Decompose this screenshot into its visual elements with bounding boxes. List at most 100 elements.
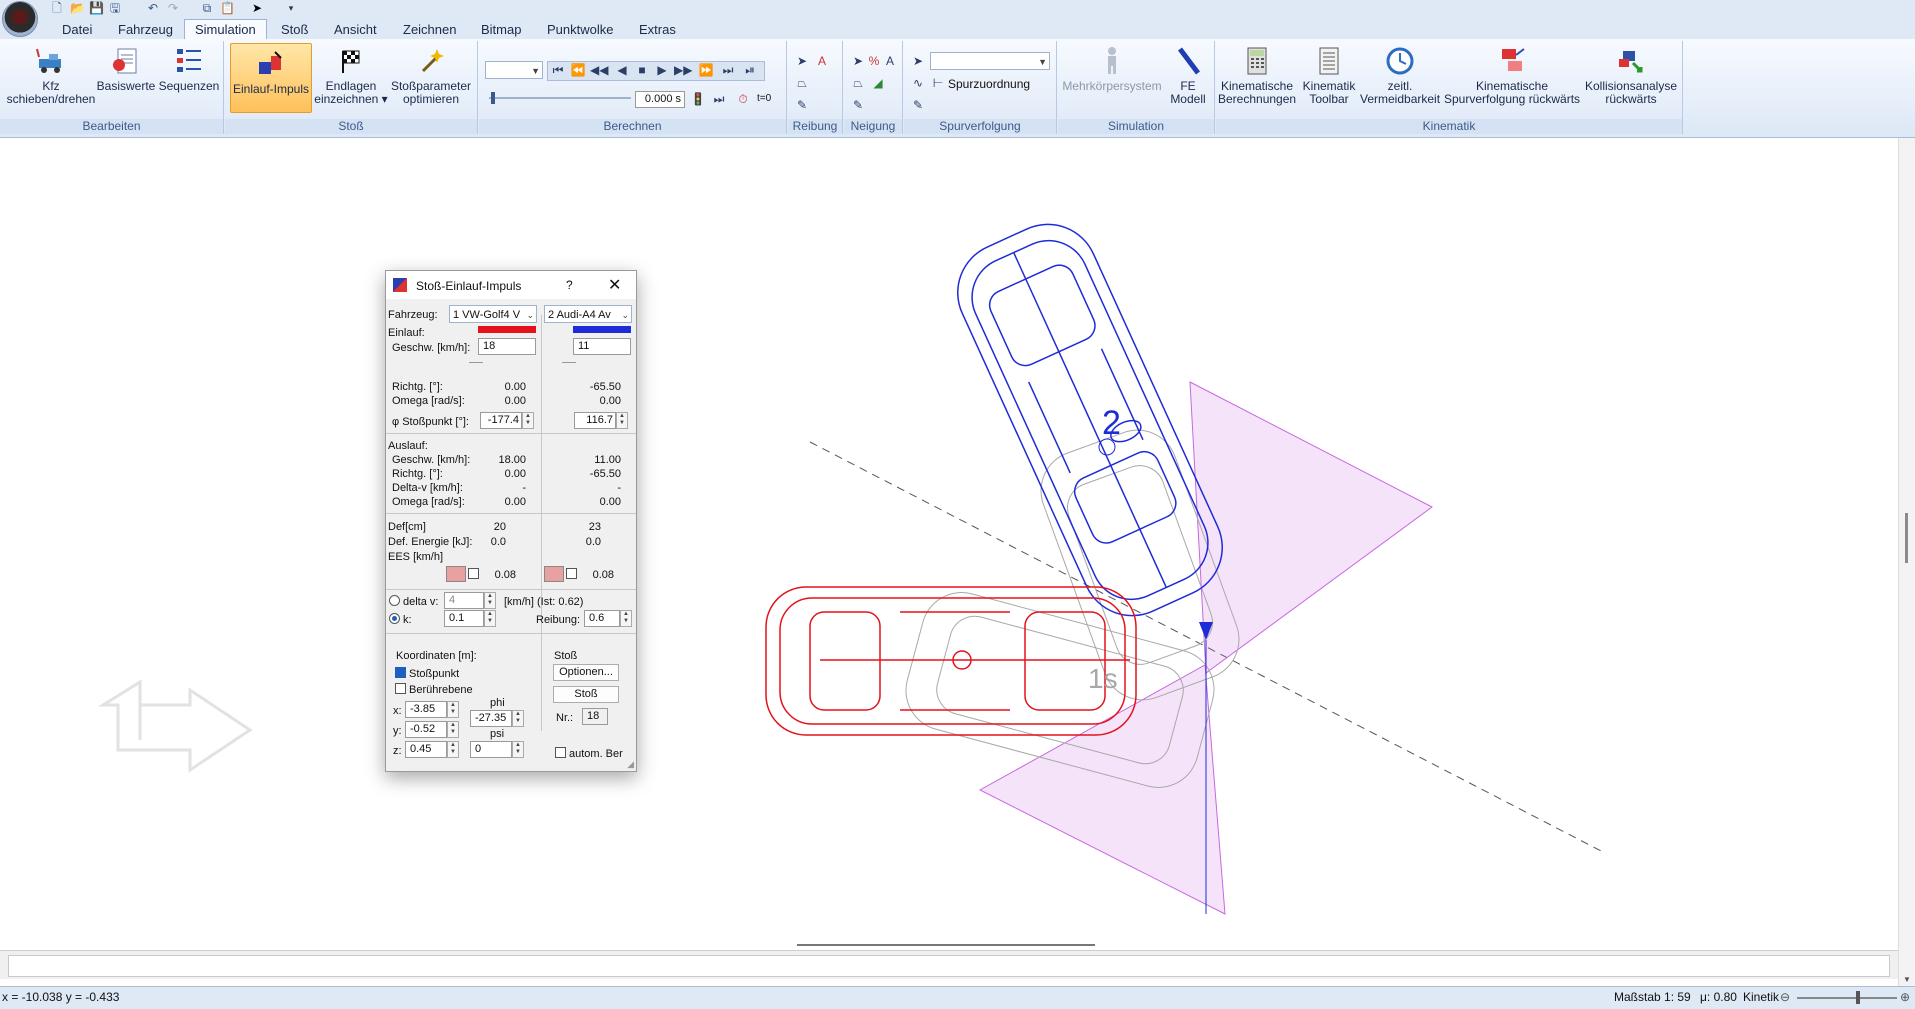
redo-icon[interactable]: ↷ [166, 1, 180, 15]
phi2-spinner[interactable]: ▲ ▼ [616, 412, 628, 429]
reibung-pointer-icon[interactable]: ➤ [794, 53, 810, 69]
stop-icon[interactable]: ■ [634, 62, 650, 78]
zoom-slider-thumb[interactable] [1856, 991, 1860, 1004]
phi1-input[interactable]: -177.4 [480, 412, 522, 429]
stosspunkt-checkbox[interactable] [395, 667, 406, 678]
reset-time-icon[interactable]: ⏱ [735, 91, 751, 107]
optionen-button[interactable]: Optionen... [553, 664, 619, 681]
fast-forward-icon[interactable]: ▶▶ [674, 62, 692, 78]
drawing-canvas[interactable]: 2 1s [0, 138, 1898, 938]
spurzuordnung-icon[interactable]: ⊢ [930, 75, 946, 91]
k-input[interactable]: 0.1 [444, 610, 484, 627]
application-menu-button[interactable] [2, 1, 38, 37]
kollisionsanalyse-button[interactable]: Kollisionsanalyse rückwärts [1584, 45, 1678, 106]
open-icon[interactable]: 📂 [70, 1, 85, 15]
vertical-scrollbar[interactable]: ▼ [1898, 138, 1915, 986]
sequenzen-button[interactable]: Sequenzen [158, 45, 220, 93]
zoom-in-icon[interactable]: ⊕ [1900, 987, 1910, 1008]
ees2-car-icon[interactable] [544, 566, 564, 582]
pointer-icon[interactable]: ➤ [250, 1, 264, 15]
step-forward-icon[interactable]: ▶ [654, 62, 670, 78]
deltav-radio[interactable] [389, 595, 400, 606]
zoom-out-icon[interactable]: ⊖ [1780, 987, 1790, 1008]
spur-edit-icon[interactable]: ✎ [910, 97, 926, 113]
qat-dropdown-icon[interactable]: ▾ [284, 1, 298, 15]
vehicle1-select[interactable]: 1 VW-Golf4 V ⌄ [449, 305, 537, 323]
z-spinner[interactable]: ▲ ▼ [447, 741, 459, 758]
save-as-icon[interactable]: 🖫 [108, 1, 122, 15]
slider2-track[interactable] [562, 362, 576, 363]
geschw1-input[interactable]: 18 [478, 338, 536, 355]
neigung-pointer-icon[interactable]: ➤ [850, 53, 866, 69]
tab-zeichnen[interactable]: Zeichnen [393, 20, 466, 39]
mehrkoerpersystem-button[interactable]: Mehrkörpersystem [1060, 45, 1164, 93]
tab-stoss[interactable]: Stoß [271, 20, 318, 39]
neigung-slope-icon[interactable]: ◢ [870, 75, 886, 91]
reibung-area-icon[interactable]: ⏢ [794, 75, 810, 91]
ees1-car-icon[interactable] [446, 566, 466, 582]
help-button[interactable]: ? [566, 278, 573, 292]
neigung-area-icon[interactable]: ⏢ [850, 75, 866, 91]
horizontal-scrollbar-thumb[interactable] [797, 944, 1095, 946]
first-frame-icon[interactable]: ⏮ [550, 62, 566, 78]
save-icon[interactable]: 💾 [89, 1, 104, 15]
command-input[interactable] [8, 955, 1890, 977]
zoom-slider[interactable] [1797, 997, 1897, 999]
autom-ber-checkbox[interactable] [555, 747, 566, 758]
tab-bitmap[interactable]: Bitmap [471, 20, 531, 39]
psi-input[interactable]: 0 [470, 741, 512, 758]
time-value-field[interactable]: 0.000 s [635, 91, 685, 108]
skip-forward-icon[interactable]: ⏩ [698, 62, 714, 78]
reibung-edit-icon[interactable]: ✎ [794, 97, 810, 113]
kfz-schieben-button[interactable]: Kfz schieben/drehen [2, 45, 100, 106]
t0-button[interactable]: t=0 [757, 93, 771, 104]
phi2-input[interactable]: 116.7 [574, 412, 616, 429]
spur-curve-icon[interactable]: ∿ [910, 75, 926, 91]
fe-modell-button[interactable]: FE Modell [1166, 45, 1210, 106]
beruehrebene-checkbox[interactable] [395, 683, 406, 694]
phi-coord-input[interactable]: -27.35 [470, 710, 512, 727]
resize-grip-icon[interactable]: ◢ [627, 759, 634, 770]
psi-spinner[interactable]: ▲ ▼ [512, 741, 524, 758]
end-marker-icon[interactable]: ⏯ [742, 62, 758, 78]
phi1-spinner[interactable]: ▲ ▼ [522, 412, 534, 429]
deltav-spinner[interactable]: ▲ ▼ [484, 592, 496, 609]
neigung-percent-icon[interactable]: % [866, 53, 882, 69]
traffic-light-icon[interactable]: 🚦 [690, 91, 706, 107]
reibung-text-icon[interactable]: A [814, 53, 830, 69]
stoss-button[interactable]: Stoß [553, 686, 619, 703]
last-frame-icon[interactable]: ⏭ [720, 62, 736, 78]
reibung-input[interactable]: 0.6 [584, 610, 620, 627]
spur-dropdown[interactable]: ▼ [930, 52, 1050, 70]
tab-punktwolke[interactable]: Punktwolke [537, 20, 623, 39]
einlauf-impuls-button[interactable]: Einlauf-Impuls [230, 43, 312, 113]
ees2-checkbox[interactable] [566, 568, 577, 579]
spur-pointer-icon[interactable]: ➤ [910, 53, 926, 69]
deltav-input[interactable]: 4 [444, 592, 484, 609]
paste-icon[interactable]: 📋 [220, 1, 235, 15]
slider1-track[interactable] [469, 362, 483, 363]
step-back-icon[interactable]: ◀ [614, 62, 630, 78]
reibung-spinner[interactable]: ▲ ▼ [620, 610, 632, 627]
fast-back-icon[interactable]: ◀◀ [590, 62, 608, 78]
stossparameter-button[interactable]: Stoßparameter optimieren [387, 45, 475, 106]
tab-ansicht[interactable]: Ansicht [324, 20, 387, 39]
neigung-edit-icon[interactable]: ✎ [850, 97, 866, 113]
new-icon[interactable]: 🗋 [50, 1, 64, 15]
y-spinner[interactable]: ▲ ▼ [447, 721, 459, 738]
spurzuordnung-button[interactable]: Spurzuordnung [948, 77, 1030, 91]
tab-datei[interactable]: Datei [52, 20, 102, 39]
tab-extras[interactable]: Extras [629, 20, 686, 39]
kinematik-toolbar-button[interactable]: Kinematik Toolbar [1298, 45, 1360, 106]
skip-back-icon[interactable]: ⏪ [570, 62, 586, 78]
close-icon[interactable]: ✕ [608, 275, 621, 295]
kinematische-berechnungen-button[interactable]: Kinematische Berechnungen [1218, 45, 1296, 106]
undo-icon[interactable]: ↶ [146, 1, 160, 15]
time-step-dropdown[interactable]: ▼ [485, 61, 543, 79]
endlagen-button[interactable]: Endlagen einzeichnen ▾ [313, 45, 389, 106]
x-input[interactable]: -3.85 [405, 701, 447, 718]
y-input[interactable]: -0.52 [405, 721, 447, 738]
time-slider-thumb[interactable] [491, 92, 495, 104]
k-radio[interactable] [389, 613, 400, 624]
copy-icon[interactable]: ⧉ [200, 1, 214, 15]
